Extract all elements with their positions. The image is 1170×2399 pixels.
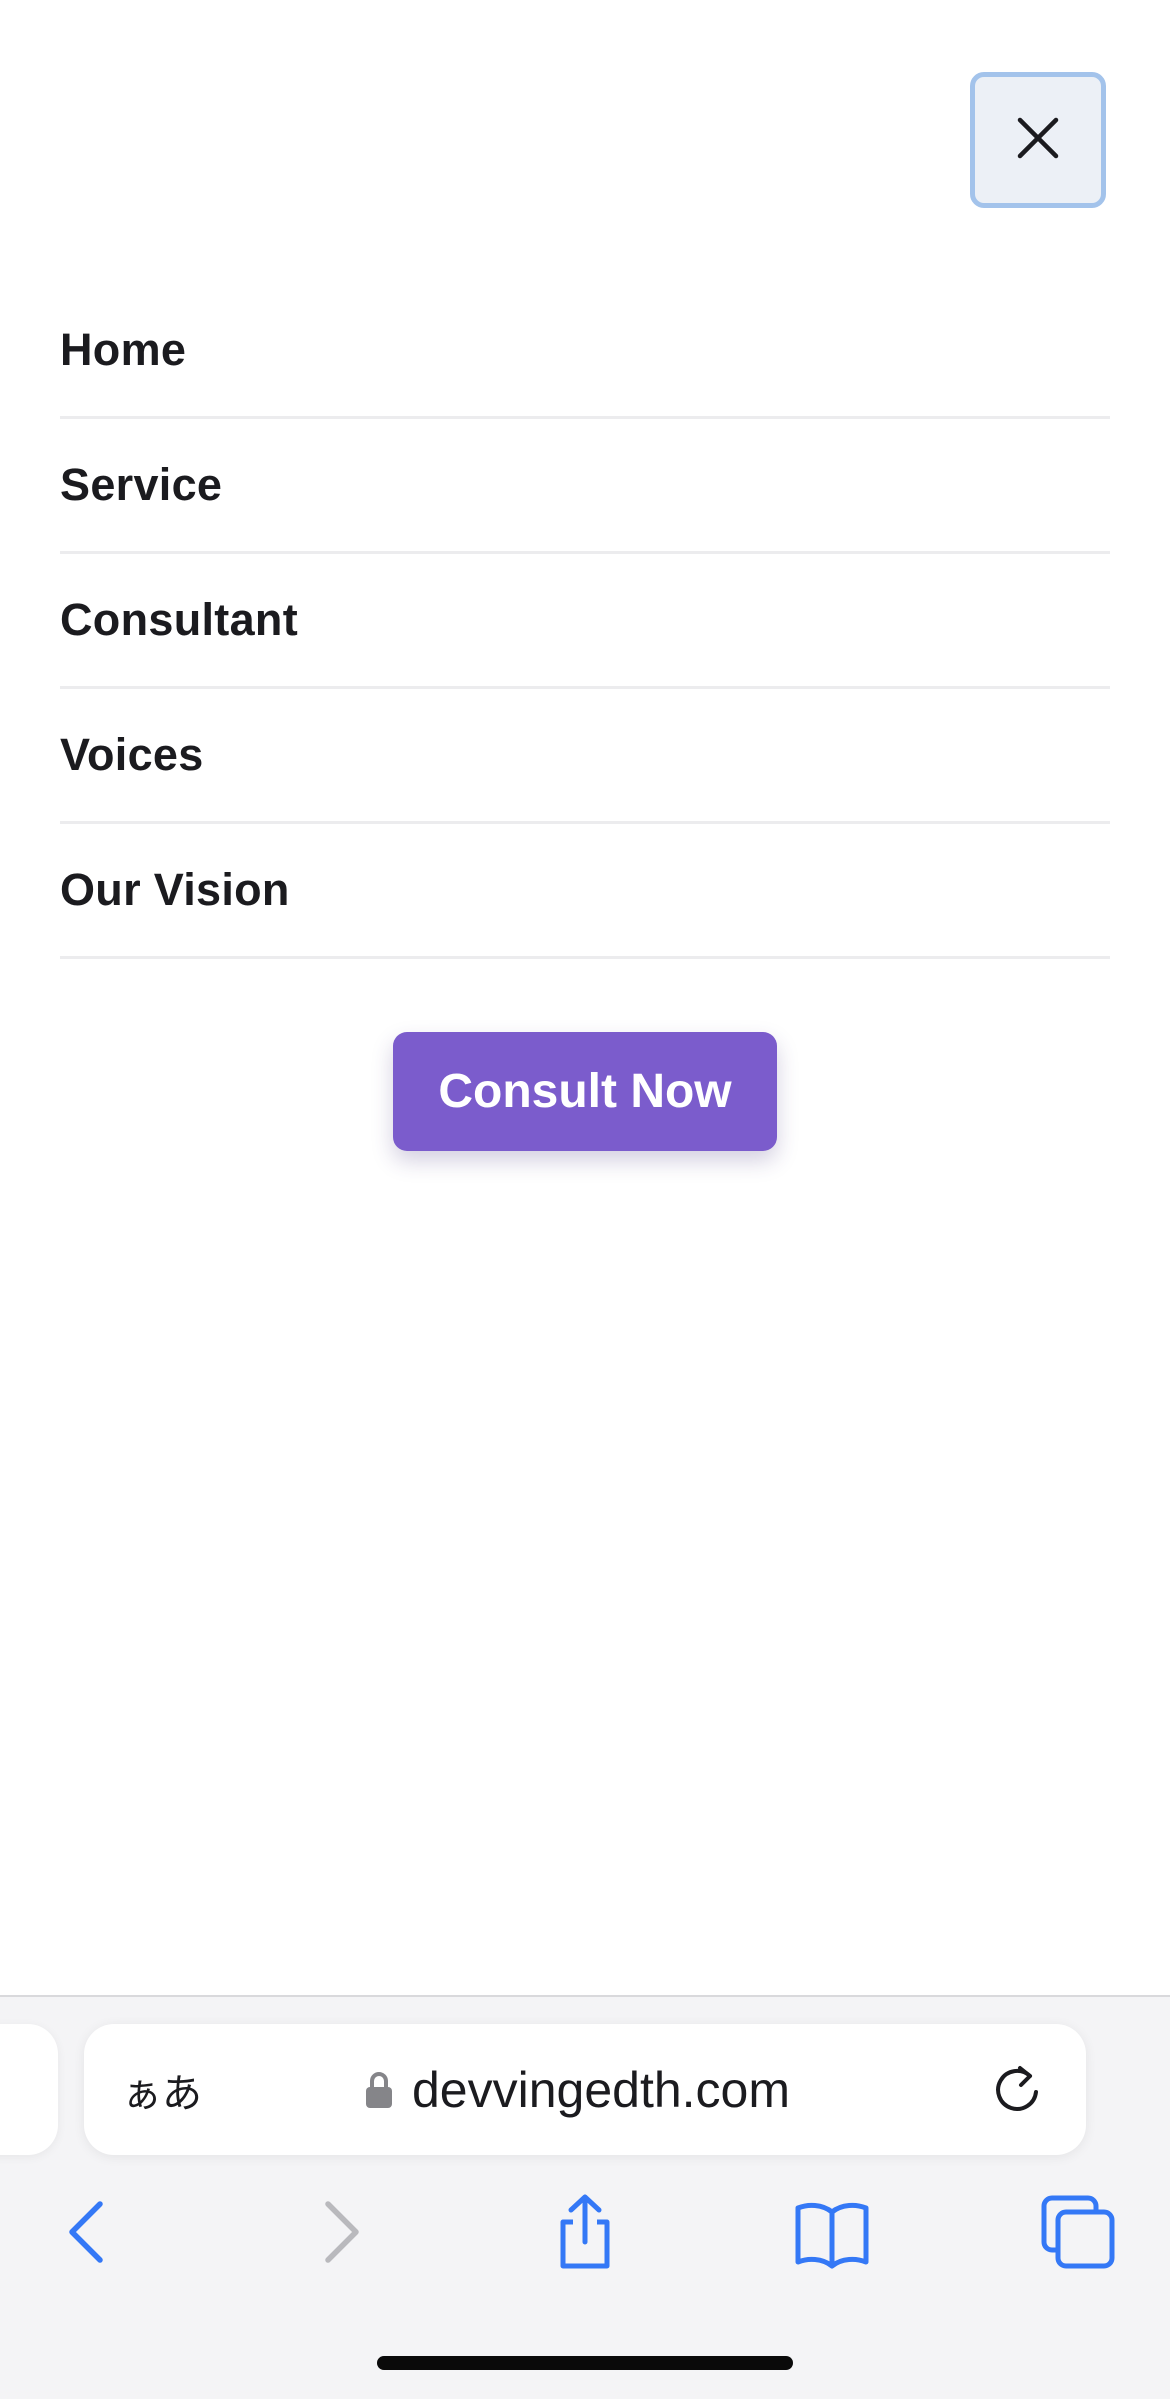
reload-icon[interactable] [990, 2062, 1046, 2118]
menu-item-label: Our Vision [60, 864, 290, 915]
address-bar[interactable]: ぁあ devvingedth.com [84, 2024, 1086, 2155]
menu-item-label: Consultant [60, 594, 298, 645]
forward-icon[interactable] [300, 2192, 380, 2272]
nav-menu: Home Service Consultant Voices Our Visio… [60, 284, 1110, 959]
tabs-icon[interactable] [1038, 2192, 1118, 2272]
menu-item-our-vision[interactable]: Our Vision [60, 824, 1110, 959]
url-text: devvingedth.com [412, 2061, 791, 2118]
menu-item-consultant[interactable]: Consultant [60, 554, 1110, 689]
close-menu-button[interactable] [970, 72, 1106, 208]
lock-icon [364, 2071, 394, 2109]
close-icon [1014, 114, 1062, 167]
consult-now-button[interactable]: Consult Now [393, 1032, 777, 1151]
previous-tab-preview[interactable] [0, 2024, 58, 2155]
menu-item-label: Service [60, 459, 223, 510]
consult-now-label: Consult Now [438, 1065, 732, 1118]
menu-item-service[interactable]: Service [60, 419, 1110, 554]
share-icon[interactable] [545, 2192, 625, 2272]
menu-item-label: Voices [60, 729, 204, 780]
home-indicator [377, 2356, 793, 2370]
menu-item-home[interactable]: Home [60, 284, 1110, 419]
back-icon[interactable] [48, 2192, 128, 2272]
menu-item-label: Home [60, 324, 187, 375]
url-display[interactable]: devvingedth.com [364, 2024, 790, 2155]
text-size-button[interactable]: ぁあ [122, 2024, 202, 2155]
page: Home Service Consultant Voices Our Visio… [0, 0, 1170, 2399]
menu-item-voices[interactable]: Voices [60, 689, 1110, 824]
bookmarks-icon[interactable] [792, 2192, 872, 2272]
